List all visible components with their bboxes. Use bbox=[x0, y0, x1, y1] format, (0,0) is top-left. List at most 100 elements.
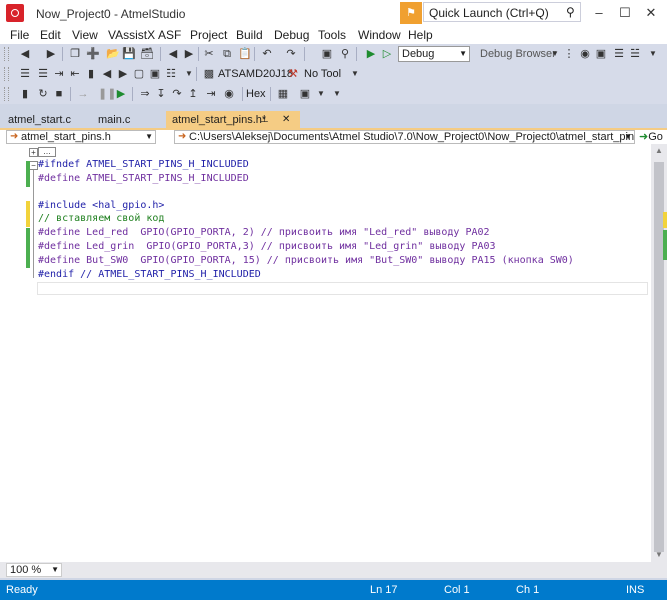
breakpoint-icon[interactable]: ◉ bbox=[578, 47, 592, 61]
toolbar-overflow-icon[interactable]: ⋮ bbox=[562, 47, 576, 61]
bookmark-icon[interactable]: ▮ bbox=[84, 67, 98, 81]
code-line-2[interactable]: #define ATMEL_START_PINS_H_INCLUDED bbox=[38, 172, 249, 185]
bookmark-prev-icon[interactable]: ◀ bbox=[100, 67, 114, 81]
minimize-button[interactable]: – bbox=[586, 3, 612, 23]
menu-debug[interactable]: Debug bbox=[274, 28, 309, 42]
bookmark-next-icon[interactable]: ▶ bbox=[116, 67, 130, 81]
list-icon[interactable]: ☷ bbox=[164, 67, 178, 81]
scroll-up-icon[interactable]: ▲ bbox=[655, 146, 663, 155]
continue-icon[interactable]: ▶ bbox=[114, 87, 128, 101]
paste-icon[interactable]: 📋 bbox=[238, 47, 252, 61]
debug-browser-button[interactable]: Debug Browser bbox=[480, 48, 556, 60]
menu-help[interactable]: Help bbox=[408, 28, 433, 42]
step-out-icon[interactable]: ↥ bbox=[186, 87, 200, 101]
collapse-region-icon[interactable]: − bbox=[29, 161, 38, 170]
code-line-7[interactable]: #define Led_grin GPIO(GPIO_PORTA,3) // п… bbox=[38, 240, 496, 253]
show-next-statement-icon[interactable]: ⇒ bbox=[138, 87, 152, 101]
cut-icon[interactable]: ✂ bbox=[202, 47, 216, 61]
start-without-debugging-icon[interactable]: ▷ bbox=[380, 47, 394, 61]
run-to-cursor-icon[interactable]: ⇥ bbox=[204, 87, 218, 101]
close-button[interactable]: ✕ bbox=[638, 3, 664, 23]
toolbar-grip[interactable] bbox=[4, 67, 9, 81]
menu-window[interactable]: Window bbox=[358, 28, 401, 42]
device-programming-icon[interactable]: ▣ bbox=[320, 47, 334, 61]
chevron-down-icon[interactable]: ▼ bbox=[646, 47, 660, 61]
start-debugging-icon[interactable]: ▶ bbox=[364, 47, 378, 61]
chevron-down-icon[interactable]: ▼ bbox=[314, 87, 328, 101]
menu-edit[interactable]: Edit bbox=[40, 28, 61, 42]
save-icon[interactable]: 💾 bbox=[122, 47, 136, 61]
clear-bookmarks-icon[interactable]: ▢ bbox=[132, 67, 146, 81]
code-line-4[interactable]: #include <hal_gpio.h> bbox=[38, 199, 164, 212]
back-icon[interactable]: ◀ bbox=[18, 47, 32, 61]
quick-launch-input[interactable]: Quick Launch (Ctrl+Q) bbox=[423, 2, 581, 22]
save-all-icon[interactable]: 🗃 bbox=[140, 47, 154, 61]
align-left-icon[interactable]: ☰ bbox=[18, 67, 32, 81]
code-line-5[interactable]: // вставляем свой код bbox=[38, 212, 164, 225]
tab-atmel-start-c[interactable]: atmel_start.c bbox=[2, 111, 80, 129]
code-line-8[interactable]: #define But_SW0 GPIO(GPIO_PORTA, 15) // … bbox=[38, 254, 574, 267]
device-selector[interactable]: ATSAMD20J18 bbox=[218, 68, 293, 80]
step-over-icon[interactable]: ↷ bbox=[170, 87, 184, 101]
toggle-all-bookmarks-icon[interactable]: ▣ bbox=[148, 67, 162, 81]
breakpoint-toggle-icon[interactable]: ◉ bbox=[222, 87, 236, 101]
stop-icon[interactable]: ■ bbox=[52, 87, 66, 101]
menu-file[interactable]: File bbox=[10, 28, 29, 42]
redo-arrow-icon[interactable]: ↷ bbox=[284, 47, 298, 61]
notification-flag-icon[interactable]: ⚑ bbox=[400, 2, 422, 24]
open-file-icon[interactable]: 📂 bbox=[106, 47, 120, 61]
redo-icon[interactable]: ▶ bbox=[182, 47, 196, 61]
tool-icon[interactable]: ⚒ bbox=[286, 67, 300, 81]
file-selector-dropdown[interactable]: ➜ atmel_start_pins.h ▼ bbox=[6, 130, 156, 144]
menu-project[interactable]: Project bbox=[190, 28, 227, 42]
indent-icon[interactable]: ⇥ bbox=[52, 67, 66, 81]
step-back-icon[interactable]: → bbox=[76, 87, 90, 101]
uncomment-icon[interactable]: ☱ bbox=[628, 47, 642, 61]
step-into-icon[interactable]: ↧ bbox=[154, 87, 168, 101]
expand-region-icon[interactable]: + bbox=[29, 148, 38, 157]
chevron-down-icon[interactable]: ▼ bbox=[348, 67, 362, 81]
undo-arrow-icon[interactable]: ↶ bbox=[260, 47, 274, 61]
pin-icon[interactable]: ⊥ bbox=[260, 111, 269, 129]
menu-build[interactable]: Build bbox=[236, 28, 263, 42]
find-in-files-icon[interactable]: ⚲ bbox=[338, 47, 352, 61]
window-layout-icon[interactable]: ▣ bbox=[594, 47, 608, 61]
close-icon[interactable]: ✕ bbox=[282, 111, 290, 129]
scroll-down-icon[interactable]: ▼ bbox=[655, 550, 663, 559]
windows-icon[interactable]: ▣ bbox=[298, 87, 312, 101]
go-button[interactable]: ➜Go bbox=[639, 130, 663, 144]
code-line-6[interactable]: #define Led_red GPIO(GPIO_PORTA, 2) // п… bbox=[38, 226, 490, 239]
file-path-dropdown[interactable]: ➜ C:\Users\Aleksej\Documents\Atmel Studi… bbox=[174, 130, 635, 144]
copy-icon[interactable]: ⧉ bbox=[220, 47, 234, 61]
restart-icon[interactable]: ↻ bbox=[36, 87, 50, 101]
menu-tools[interactable]: Tools bbox=[318, 28, 346, 42]
vertical-scrollbar[interactable]: ▲ ▼ bbox=[651, 144, 667, 562]
tab-main-c[interactable]: main.c bbox=[92, 111, 158, 129]
chip-icon[interactable]: ▩ bbox=[202, 67, 216, 81]
menu-vassistx[interactable]: VAssistX bbox=[108, 28, 155, 42]
maximize-button[interactable]: ☐ bbox=[612, 3, 638, 23]
code-line-1[interactable]: #ifndef ATMEL_START_PINS_H_INCLUDED bbox=[38, 158, 249, 171]
zoom-dropdown[interactable]: 100 % ▼ bbox=[6, 563, 62, 577]
outdent-icon[interactable]: ⇤ bbox=[68, 67, 82, 81]
hex-toggle-button[interactable]: Hex bbox=[246, 88, 266, 100]
chevron-down-icon[interactable]: ▼ bbox=[182, 67, 196, 81]
chevron-down-icon[interactable]: ▼ bbox=[548, 47, 562, 61]
chevron-down-icon[interactable]: ▼ bbox=[330, 87, 344, 101]
menu-asf[interactable]: ASF bbox=[158, 28, 181, 42]
align-right-icon[interactable]: ☰ bbox=[36, 67, 50, 81]
menu-view[interactable]: View bbox=[72, 28, 98, 42]
processor-view-icon[interactable]: ▦ bbox=[276, 87, 290, 101]
toolbar-grip[interactable] bbox=[4, 47, 9, 61]
add-item-icon[interactable]: ➕ bbox=[86, 47, 100, 61]
code-line-9[interactable]: #endif // ATMEL_START_PINS_H_INCLUDED bbox=[38, 268, 261, 281]
stepping-icon[interactable]: ▮ bbox=[18, 87, 32, 101]
collapsed-region[interactable]: ... bbox=[38, 147, 56, 157]
new-project-icon[interactable]: ❐ bbox=[68, 47, 82, 61]
search-icon[interactable]: ⚲ bbox=[566, 5, 575, 19]
toolbar-grip[interactable] bbox=[4, 87, 9, 101]
tool-selector[interactable]: No Tool bbox=[304, 68, 341, 80]
forward-icon[interactable]: ▶ bbox=[44, 47, 58, 61]
scroll-grip[interactable] bbox=[158, 130, 164, 144]
undo-icon[interactable]: ◀ bbox=[166, 47, 180, 61]
